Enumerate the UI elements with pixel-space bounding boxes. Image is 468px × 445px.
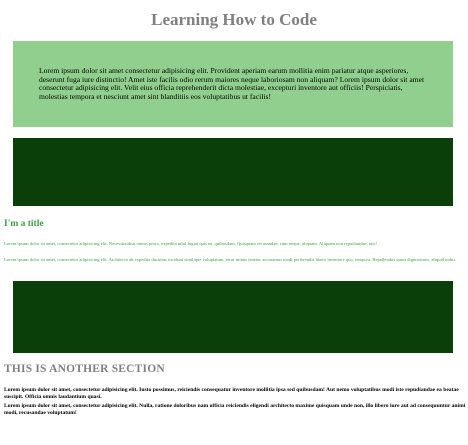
dark-green-banner [13, 281, 453, 353]
intro-box: Lorem ipsum dolor sit amet consectetur a… [13, 41, 453, 127]
section-paragraph: Lorem ipsum dolor sit amet, consectetur … [4, 257, 457, 262]
section-title: I'm a title [4, 219, 44, 229]
dark-green-banner [13, 138, 453, 206]
another-section-title: THIS IS ANOTHER SECTION [4, 363, 165, 375]
another-section-paragraph: Lorem ipsum dolor sit amet, consectetur … [4, 387, 459, 400]
page-title: Learning How to Code [151, 10, 317, 29]
section-paragraph: Lorem ipsum dolor sit amet, consectetur … [4, 241, 378, 246]
intro-paragraph: Lorem ipsum dolor sit amet consectetur a… [39, 66, 425, 101]
another-section-paragraph: Lorem ipsum dolor sit amet, consectetur … [4, 403, 466, 416]
